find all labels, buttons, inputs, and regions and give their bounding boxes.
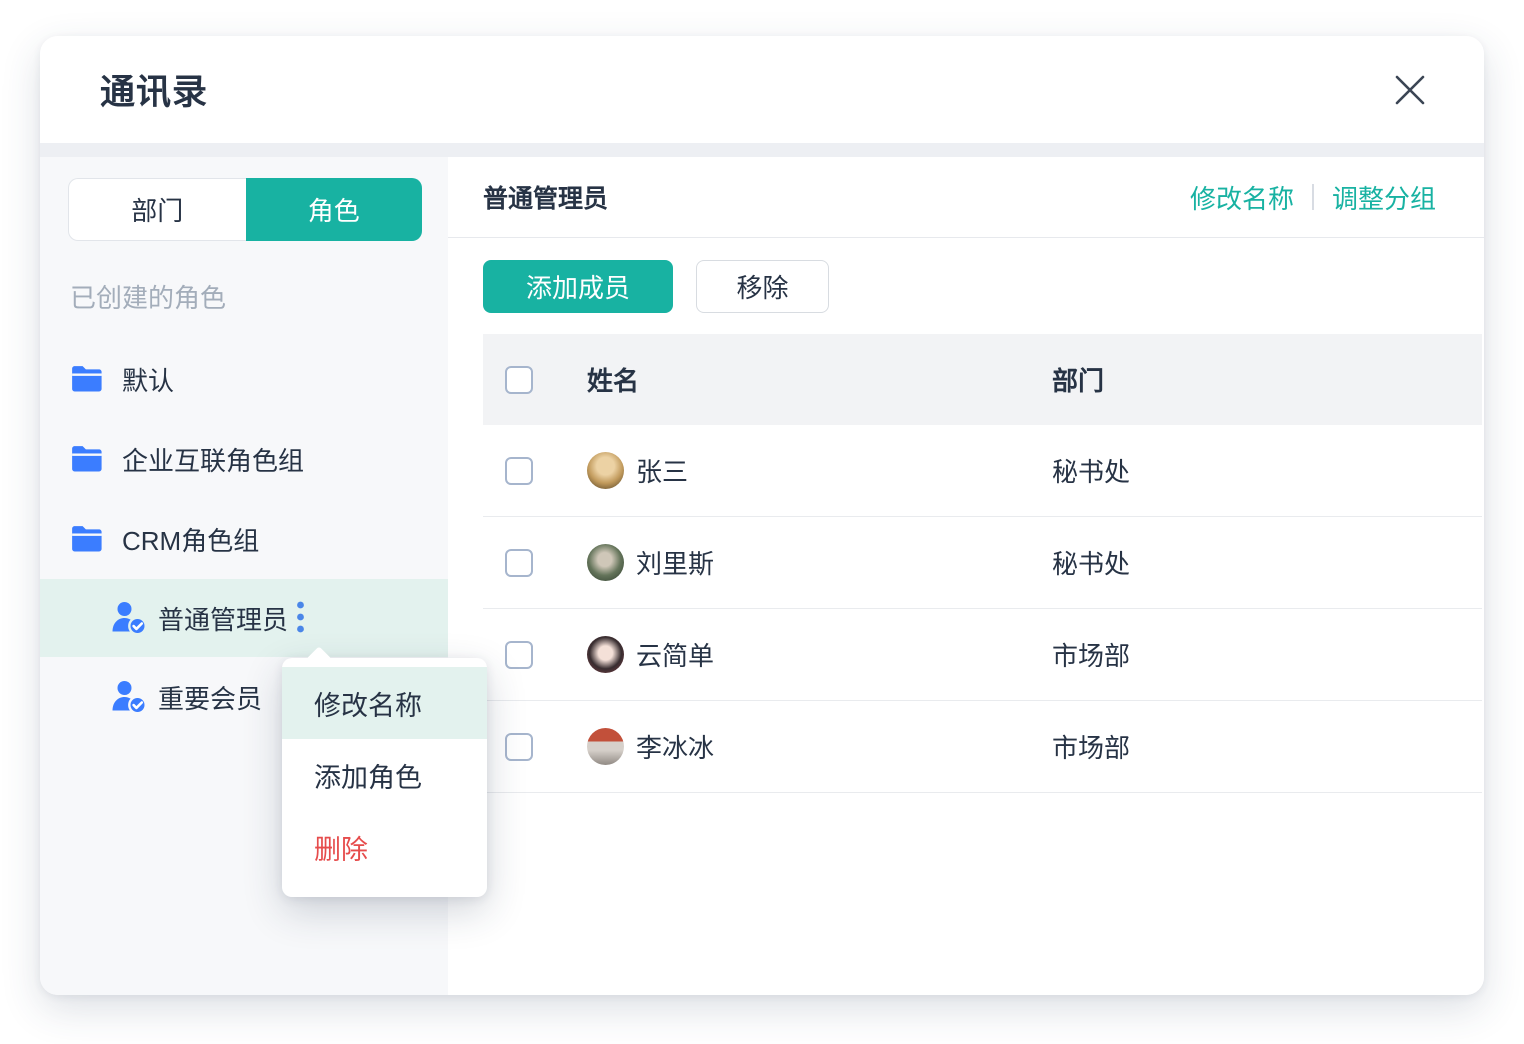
adjust-group-link[interactable]: 调整分组	[1332, 179, 1436, 216]
member-name: 张三	[636, 452, 688, 489]
member-department: 市场部	[1052, 636, 1482, 673]
avatar	[587, 452, 624, 489]
folder-icon	[70, 524, 104, 554]
row-checkbox[interactable]	[505, 549, 533, 577]
role-person-check-icon	[110, 600, 148, 636]
member-name: 云简单	[636, 636, 714, 673]
member-name: 刘里斯	[636, 544, 714, 581]
table-row: 刘里斯 秘书处	[483, 517, 1482, 609]
remove-member-button[interactable]: 移除	[696, 260, 829, 313]
avatar	[587, 728, 624, 765]
sidebar-item-role-admin[interactable]: 普通管理员	[40, 579, 448, 657]
role-person-check-icon	[110, 679, 148, 715]
header-divider	[40, 143, 1484, 157]
menu-item-delete[interactable]: 删除	[282, 811, 487, 883]
sidebar-item-label: 企业互联角色组	[122, 441, 304, 478]
folder-icon	[70, 444, 104, 474]
sidebar-item-enterprise-group[interactable]: 企业互联角色组	[40, 419, 448, 499]
column-header-department: 部门	[1052, 361, 1482, 398]
table-header-row: 姓名 部门	[483, 334, 1482, 425]
sidebar-item-label: 普通管理员	[158, 600, 288, 637]
row-checkbox[interactable]	[505, 457, 533, 485]
table-row: 云简单 市场部	[483, 609, 1482, 701]
sidebar-item-crm-group[interactable]: CRM角色组	[40, 499, 448, 579]
contacts-modal: 通讯录 部门 角色 已创建的角色	[40, 36, 1484, 995]
row-checkbox[interactable]	[505, 733, 533, 761]
row-checkbox[interactable]	[505, 641, 533, 669]
sidebar-item-default-group[interactable]: 默认	[40, 339, 448, 419]
avatar	[587, 544, 624, 581]
add-member-button[interactable]: 添加成员	[483, 260, 673, 313]
sidebar-item-label: 重要会员	[158, 679, 262, 716]
page-title: 通讯录	[100, 64, 208, 115]
close-icon	[1391, 71, 1429, 109]
created-roles-label: 已创建的角色	[40, 285, 448, 311]
sidebar-item-label: 默认	[122, 361, 174, 398]
kebab-menu-icon	[296, 600, 305, 636]
sidebar-item-label: CRM角色组	[122, 521, 259, 558]
folder-icon	[70, 364, 104, 394]
tab-role[interactable]: 角色	[246, 178, 423, 241]
menu-item-add-role[interactable]: 添加角色	[282, 739, 487, 811]
link-divider	[1312, 184, 1314, 210]
tab-department[interactable]: 部门	[68, 178, 246, 241]
modal-header: 通讯录	[40, 36, 1484, 143]
member-name: 李冰冰	[636, 728, 714, 765]
panel-title: 普通管理员	[483, 179, 608, 215]
close-button[interactable]	[1388, 68, 1432, 112]
member-actions: 添加成员 移除	[448, 238, 1484, 334]
member-department: 市场部	[1052, 728, 1482, 765]
rename-link[interactable]: 修改名称	[1190, 179, 1294, 216]
main-panel: 普通管理员 修改名称 调整分组 添加成员 移除 姓名 部门	[448, 157, 1484, 995]
avatar	[587, 636, 624, 673]
panel-header-links: 修改名称 调整分组	[1190, 179, 1436, 216]
column-header-name: 姓名	[587, 361, 1052, 398]
table-row: 李冰冰 市场部	[483, 701, 1482, 793]
role-more-actions-button[interactable]	[296, 600, 305, 636]
role-context-menu: 修改名称 添加角色 删除	[282, 658, 487, 897]
members-table: 姓名 部门 张三 秘书处	[483, 334, 1482, 793]
member-department: 秘书处	[1052, 544, 1482, 581]
sidebar-tabs: 部门 角色	[68, 178, 422, 241]
select-all-checkbox[interactable]	[505, 366, 533, 394]
member-department: 秘书处	[1052, 452, 1482, 489]
panel-header: 普通管理员 修改名称 调整分组	[448, 157, 1484, 238]
menu-item-rename[interactable]: 修改名称	[282, 667, 487, 739]
table-row: 张三 秘书处	[483, 425, 1482, 517]
